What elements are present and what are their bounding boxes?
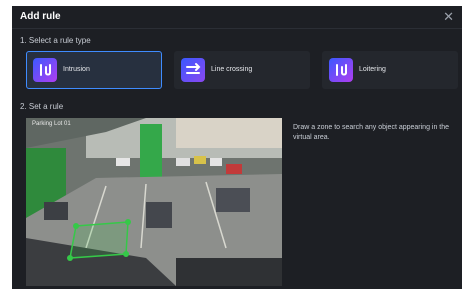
rule-option-label: Loitering	[359, 66, 386, 73]
camera-preview[interactable]: Parking Lot 01	[26, 118, 282, 286]
intrusion-icon	[33, 58, 57, 82]
zone-handle	[123, 251, 129, 257]
rule-type-options: Intrusion Line crossing Loitering	[26, 51, 458, 89]
dialog-title-bar: Add rule ✕	[12, 6, 462, 29]
set-rule-section-title: 2. Set a rule	[20, 102, 64, 111]
add-rule-dialog: Add rule ✕ 1. Select a rule type Intrusi…	[12, 6, 462, 289]
dialog-title: Add rule	[20, 11, 61, 22]
zone-handle	[67, 255, 73, 261]
zone-hint-text: Draw a zone to search any object appeari…	[293, 124, 450, 141]
rule-option-intrusion[interactable]: Intrusion	[26, 51, 162, 89]
rule-option-label: Intrusion	[63, 66, 90, 73]
loitering-icon	[329, 58, 353, 82]
camera-name: Parking Lot 01	[32, 121, 71, 127]
rule-type-section-title: 1. Select a rule type	[20, 36, 91, 45]
line-crossing-icon	[181, 58, 205, 82]
zone-handle	[73, 223, 79, 229]
rule-option-label: Line crossing	[211, 66, 253, 73]
rule-option-loitering[interactable]: Loitering	[322, 51, 458, 89]
zone-handle	[125, 219, 131, 225]
close-icon[interactable]: ✕	[443, 9, 454, 25]
camera-scene	[26, 118, 282, 286]
rule-option-line-crossing[interactable]: Line crossing	[174, 51, 310, 89]
intrusion-zone	[69, 221, 129, 259]
